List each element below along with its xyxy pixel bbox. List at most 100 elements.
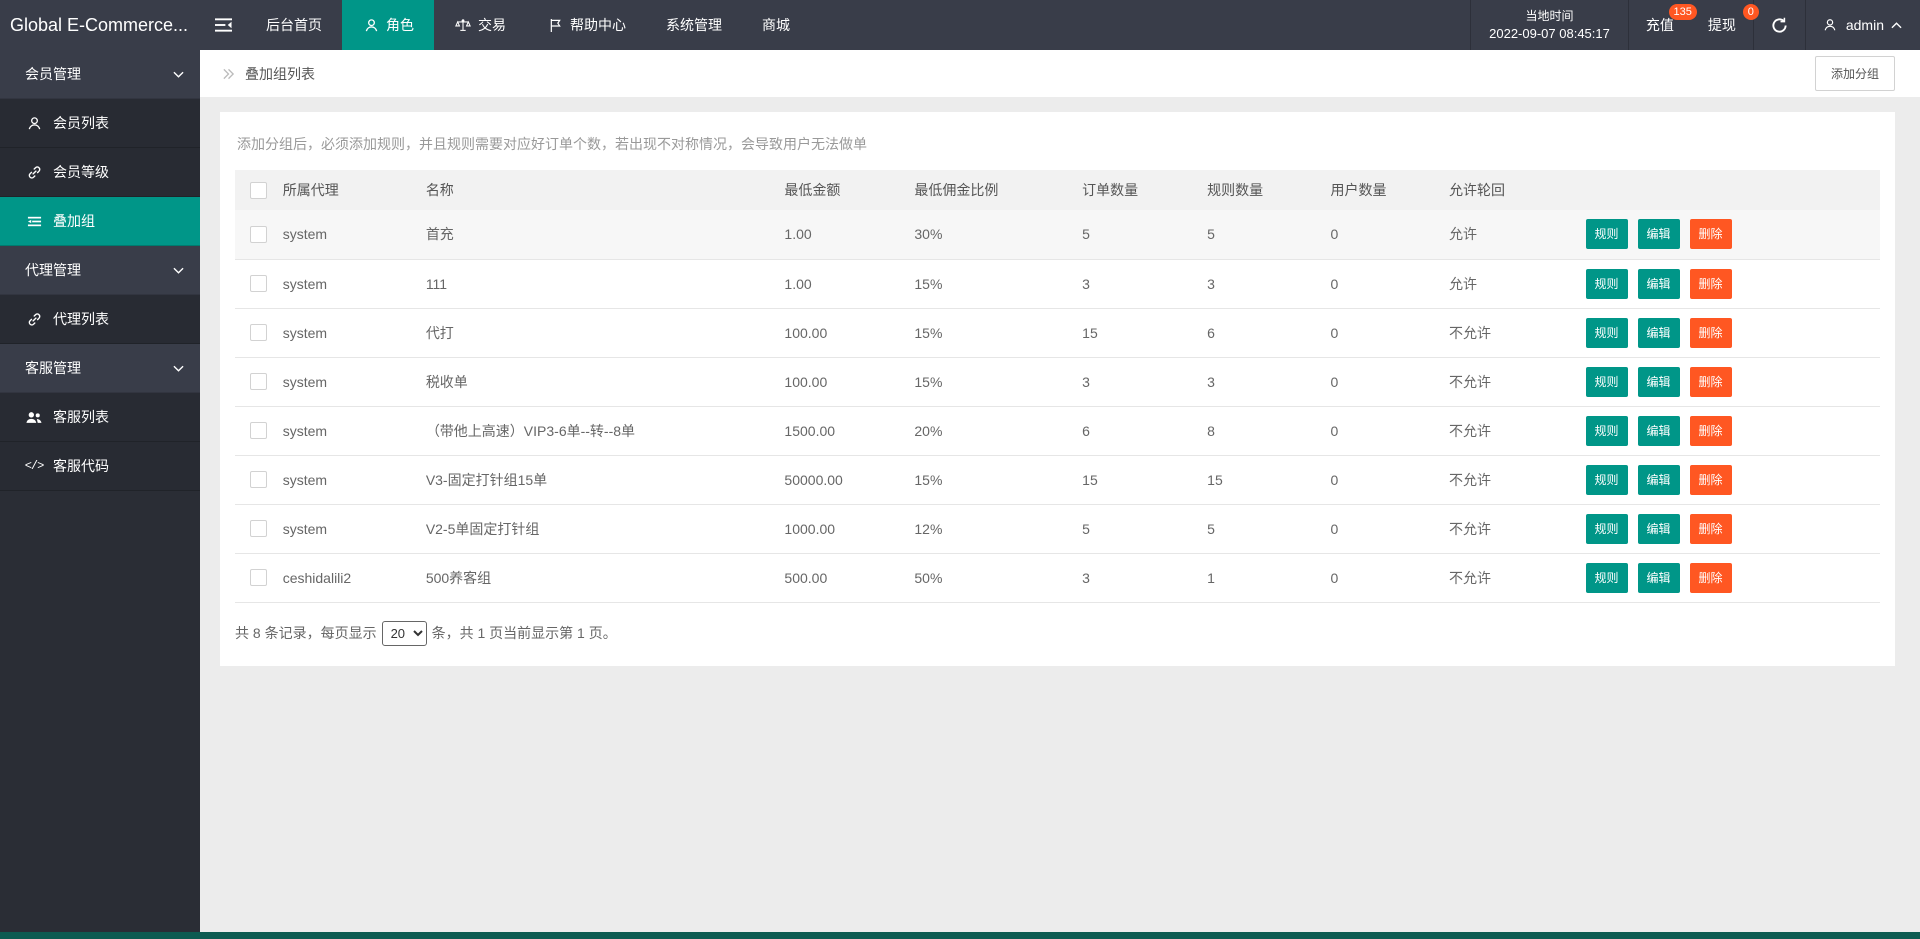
user-icon	[1821, 18, 1839, 32]
rule-button[interactable]: 规则	[1586, 416, 1628, 446]
sidebar: 会员管理 会员列表 会员等级 叠加组 代理管理 代理列表 客服管理	[0, 50, 200, 939]
bottom-strip	[0, 932, 1920, 939]
nav-item-roles[interactable]: 角色	[342, 0, 434, 50]
table-header: 所属代理 名称 最低金额 最低佣金比例 订单数量 规则数量 用户数量 允许轮回	[235, 170, 1880, 210]
user-menu[interactable]: admin	[1805, 0, 1920, 50]
row-checkbox[interactable]	[250, 373, 267, 390]
cell-agent: ceshidalili2	[283, 553, 426, 602]
sidebar-item-support-code[interactable]: </> 客服代码	[0, 442, 200, 491]
pagination-suffix: 条，共 1 页当前显示第 1 页。	[432, 623, 617, 643]
sidebar-group-agents[interactable]: 代理管理	[0, 246, 200, 295]
rule-button[interactable]: 规则	[1586, 367, 1628, 397]
delete-button[interactable]: 删除	[1690, 219, 1732, 249]
sidebar-group-label: 客服管理	[25, 358, 81, 378]
row-checkbox[interactable]	[250, 275, 267, 292]
edit-button[interactable]: 编辑	[1638, 465, 1680, 495]
cell-min_commission: 20%	[914, 406, 1082, 455]
nav-item-trade[interactable]: 交易	[434, 0, 526, 50]
cell-name: V2-5单固定打针组	[426, 504, 785, 553]
row-checkbox[interactable]	[250, 422, 267, 439]
cell-agent: system	[283, 357, 426, 406]
row-checkbox[interactable]	[250, 226, 267, 243]
recharge-button[interactable]: 充值 135	[1629, 0, 1691, 50]
row-select-cell	[235, 357, 283, 406]
withdraw-badge: 0	[1743, 4, 1759, 20]
table-row: system（带他上高速）VIP3-6单--转--8单1500.0020%680…	[235, 406, 1880, 455]
rule-button[interactable]: 规则	[1586, 219, 1628, 249]
row-actions: 规则编辑删除	[1586, 553, 1881, 602]
local-time: 当地时间 2022-09-07 08:45:17	[1470, 0, 1629, 50]
sidebar-group-members[interactable]: 会员管理	[0, 50, 200, 99]
hamburger-icon	[215, 18, 232, 32]
chevron-up-icon	[1891, 22, 1902, 29]
cell-min_amount: 500.00	[784, 553, 914, 602]
sidebar-item-agent-list[interactable]: 代理列表	[0, 295, 200, 344]
delete-button[interactable]: 删除	[1690, 563, 1732, 593]
sidebar-item-member-list[interactable]: 会员列表	[0, 99, 200, 148]
cell-orders: 5	[1082, 210, 1207, 259]
rule-button[interactable]: 规则	[1586, 563, 1628, 593]
row-checkbox[interactable]	[250, 569, 267, 586]
select-all-checkbox[interactable]	[250, 182, 267, 199]
row-checkbox[interactable]	[250, 520, 267, 537]
delete-button[interactable]: 删除	[1690, 416, 1732, 446]
sidebar-item-label: 客服代码	[53, 456, 109, 476]
row-actions: 规则编辑删除	[1586, 406, 1881, 455]
chevron-down-icon	[173, 267, 184, 274]
nav-item-mall[interactable]: 商城	[742, 0, 810, 50]
rule-button[interactable]: 规则	[1586, 269, 1628, 299]
edit-button[interactable]: 编辑	[1638, 514, 1680, 544]
delete-button[interactable]: 删除	[1690, 367, 1732, 397]
withdraw-button[interactable]: 提现 0	[1691, 0, 1753, 50]
row-checkbox[interactable]	[250, 471, 267, 488]
nav-label: 后台首页	[266, 15, 322, 35]
table-row: systemV3-固定打针组15单50000.0015%15150不允许规则编辑…	[235, 455, 1880, 504]
add-group-button[interactable]: 添加分组	[1815, 56, 1895, 91]
delete-button[interactable]: 删除	[1690, 318, 1732, 348]
table-row: system代打100.0015%1560不允许规则编辑删除	[235, 308, 1880, 357]
rule-button[interactable]: 规则	[1586, 514, 1628, 544]
cell-loop: 允许	[1449, 210, 1586, 259]
row-select-cell	[235, 455, 283, 504]
rule-button[interactable]: 规则	[1586, 465, 1628, 495]
delete-button[interactable]: 删除	[1690, 269, 1732, 299]
col-min-amount: 最低金额	[784, 170, 914, 210]
sidebar-group-support[interactable]: 客服管理	[0, 344, 200, 393]
col-name: 名称	[426, 170, 785, 210]
cell-name: V3-固定打针组15单	[426, 455, 785, 504]
cell-min_commission: 12%	[914, 504, 1082, 553]
collapse-menu-icon[interactable]	[200, 0, 246, 50]
delete-button[interactable]: 删除	[1690, 514, 1732, 544]
double-chevron-right-icon	[222, 68, 235, 80]
cell-name: 税收单	[426, 357, 785, 406]
sidebar-item-stack-group[interactable]: 叠加组	[0, 197, 200, 246]
refresh-button[interactable]	[1753, 0, 1805, 50]
sidebar-item-member-level[interactable]: 会员等级	[0, 148, 200, 197]
nav-label: 角色	[386, 15, 414, 35]
cell-rules: 6	[1207, 308, 1330, 357]
col-min-commission: 最低佣金比例	[914, 170, 1082, 210]
edit-button[interactable]: 编辑	[1638, 318, 1680, 348]
refresh-icon	[1771, 17, 1788, 34]
code-icon: </>	[25, 459, 43, 473]
edit-button[interactable]: 编辑	[1638, 563, 1680, 593]
edit-button[interactable]: 编辑	[1638, 219, 1680, 249]
nav-item-help-center[interactable]: 帮助中心	[526, 0, 646, 50]
cell-loop: 不允许	[1449, 357, 1586, 406]
row-checkbox[interactable]	[250, 324, 267, 341]
row-actions: 规则编辑删除	[1586, 455, 1881, 504]
rule-button[interactable]: 规则	[1586, 318, 1628, 348]
edit-button[interactable]: 编辑	[1638, 269, 1680, 299]
delete-button[interactable]: 删除	[1690, 465, 1732, 495]
col-users: 用户数量	[1331, 170, 1449, 210]
edit-button[interactable]: 编辑	[1638, 416, 1680, 446]
row-select-cell	[235, 210, 283, 259]
cell-rules: 3	[1207, 259, 1330, 308]
cell-orders: 15	[1082, 455, 1207, 504]
sidebar-item-support-list[interactable]: 客服列表	[0, 393, 200, 442]
nav-item-system[interactable]: 系统管理	[646, 0, 742, 50]
page-size-select[interactable]: 20	[382, 621, 427, 646]
edit-button[interactable]: 编辑	[1638, 367, 1680, 397]
nav-item-dashboard[interactable]: 后台首页	[246, 0, 342, 50]
sidebar-group-label: 代理管理	[25, 260, 81, 280]
